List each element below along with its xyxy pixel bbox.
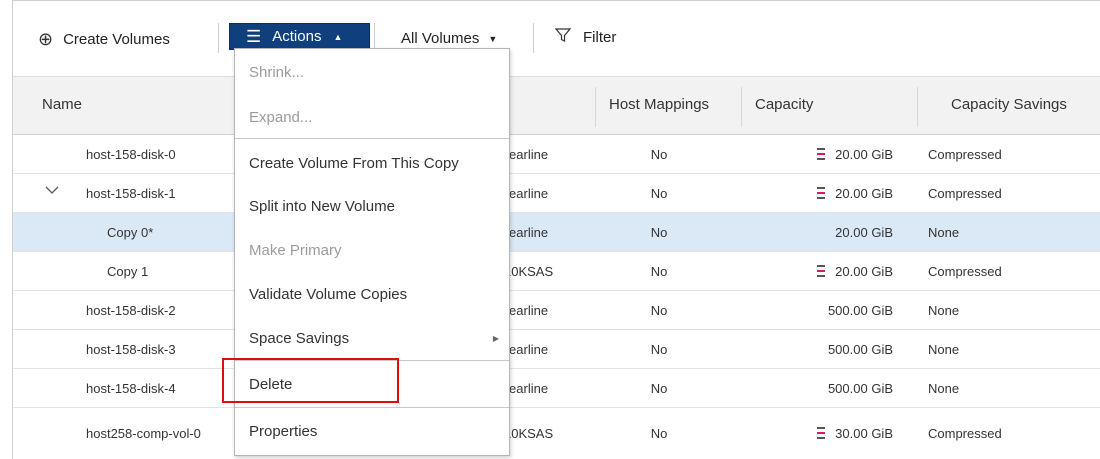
host-mappings-cell: No — [650, 426, 668, 441]
menu-item-properties[interactable]: Properties — [235, 412, 509, 451]
volume-name: host258-comp-vol-0 — [86, 426, 201, 441]
submenu-arrow-icon: ▶ — [492, 334, 499, 343]
menu-item-expand: Expand... — [235, 98, 509, 137]
copy-name: Copy 0* — [107, 225, 154, 240]
header-capacity[interactable]: Capacity — [755, 96, 813, 113]
capacity-cell: 20.00 GiB — [835, 225, 893, 240]
compressed-icon — [817, 265, 826, 278]
header-name[interactable]: Name — [42, 96, 82, 113]
plus-circle-icon: ⊕ — [38, 29, 54, 49]
hamburger-icon: ☰ — [246, 26, 262, 46]
menu-divider — [235, 138, 509, 139]
capacity-cell: 500.00 GiB — [828, 342, 893, 357]
capacity-value: 500.00 GiB — [827, 303, 893, 318]
capacity-savings-cell: Compressed — [928, 264, 1002, 279]
actions-label: Actions — [272, 28, 322, 45]
header-capacity-savings[interactable]: Capacity Savings — [951, 96, 1067, 113]
table-row[interactable]: Copy 1 P-10KSAS No 20.00 GiB Compressed — [13, 252, 1100, 291]
table-row[interactable]: host-158-disk-1 )-Nearline No 20.00 GiB … — [13, 174, 1100, 213]
compressed-icon — [817, 427, 826, 440]
toolbar-divider — [533, 23, 534, 53]
volume-name: host-158-disk-3 — [86, 342, 176, 357]
header-divider — [595, 87, 596, 127]
menu-divider — [235, 407, 509, 408]
capacity-value: 500.00 GiB — [827, 381, 893, 396]
table-row[interactable]: host-158-disk-4 )-Nearline No 500.00 GiB… — [13, 369, 1100, 408]
host-mappings-cell: No — [650, 303, 668, 318]
host-mappings-cell: No — [650, 186, 668, 201]
header-divider — [917, 87, 918, 127]
menu-item-label: Create Volume From This Copy — [249, 155, 459, 172]
capacity-savings-cell: Compressed — [928, 426, 1002, 441]
host-mappings-cell: No — [650, 225, 668, 240]
table-header: Name ol Host Mappings Capacity Capacity … — [13, 76, 1100, 135]
compressed-icon — [817, 187, 826, 200]
menu-item-label: Space Savings — [249, 330, 350, 347]
table-row[interactable]: host-158-disk-2 )-Nearline No 500.00 GiB… — [13, 291, 1100, 330]
menu-item-label: Expand... — [249, 109, 313, 126]
menu-item-shrink: Shrink... — [235, 51, 509, 93]
capacity-cell: 20.00 GiB — [817, 147, 893, 162]
table-row[interactable]: host-158-disk-3 )-Nearline No 500.00 GiB… — [13, 330, 1100, 369]
capacity-savings-cell: None — [928, 225, 960, 240]
capacity-cell: 20.00 GiB — [817, 264, 893, 279]
caret-down-icon: ▼ — [488, 33, 498, 44]
delete-highlight-box — [222, 358, 399, 403]
menu-item-label: Make Primary — [249, 242, 342, 259]
capacity-cell: 500.00 GiB — [828, 303, 893, 318]
capacity-cell: 500.00 GiB — [828, 381, 893, 396]
capacity-savings-cell: None — [928, 303, 960, 318]
menu-item-label: Split into New Volume — [249, 198, 395, 215]
capacity-value: 20.00 GiB — [835, 225, 893, 240]
create-volumes-button[interactable]: ⊕ Create Volumes — [38, 29, 170, 50]
host-mappings-cell: No — [650, 264, 668, 279]
menu-item-validate-volume-copies[interactable]: Validate Volume Copies — [235, 275, 509, 314]
menu-item-label: Properties — [249, 423, 318, 440]
host-mappings-cell: No — [650, 147, 668, 162]
all-volumes-dropdown[interactable]: All Volumes ▼ — [401, 30, 497, 47]
toolbar: ⊕ Create Volumes ☰ Actions ▲ All Volumes… — [13, 1, 1100, 76]
menu-item-split-into-new-volume[interactable]: Split into New Volume — [235, 187, 509, 226]
volume-name: host-158-disk-0 — [86, 147, 176, 162]
chevron-down-icon[interactable] — [45, 183, 59, 201]
header-host-mappings[interactable]: Host Mappings — [609, 96, 709, 113]
capacity-savings-cell: Compressed — [928, 186, 1002, 201]
menu-item-label: Validate Volume Copies — [249, 286, 408, 303]
volumes-panel: ⊕ Create Volumes ☰ Actions ▲ All Volumes… — [12, 0, 1100, 459]
host-mappings-cell: No — [650, 342, 668, 357]
menu-item-create-volume-from-copy[interactable]: Create Volume From This Copy — [235, 144, 509, 183]
menu-item-make-primary: Make Primary — [235, 231, 509, 270]
volume-name: host-158-disk-4 — [86, 381, 176, 396]
table-row[interactable]: host258-comp-vol-0 P-10KSAS No 30.00 GiB… — [13, 408, 1100, 459]
capacity-value: 500.00 GiB — [827, 342, 893, 357]
capacity-savings-cell: None — [928, 342, 960, 357]
menu-item-label: Shrink... — [249, 63, 305, 81]
capacity-savings-cell: None — [928, 381, 960, 396]
volume-name: host-158-disk-1 — [86, 186, 176, 201]
filter-label: Filter — [583, 29, 617, 46]
caret-up-icon: ▲ — [333, 31, 343, 42]
filter-button[interactable]: Filter — [554, 27, 617, 48]
create-volumes-label: Create Volumes — [63, 31, 170, 48]
table-row[interactable]: host-158-disk-0 )-Nearline No 20.00 GiB … — [13, 135, 1100, 174]
all-volumes-label: All Volumes — [401, 30, 480, 47]
capacity-value: 20.00 GiB — [835, 264, 893, 279]
capacity-cell: 30.00 GiB — [817, 426, 893, 441]
capacity-savings-cell: Compressed — [928, 147, 1002, 162]
capacity-value: 30.00 GiB — [835, 426, 893, 441]
actions-button[interactable]: ☰ Actions ▲ — [229, 23, 370, 50]
capacity-cell: 20.00 GiB — [817, 186, 893, 201]
capacity-value: 20.00 GiB — [835, 186, 893, 201]
volume-name: host-158-disk-2 — [86, 303, 176, 318]
table-row[interactable]: Copy 0* )-Nearline No 20.00 GiB None — [13, 213, 1100, 252]
funnel-icon — [554, 27, 572, 48]
toolbar-divider — [218, 23, 219, 53]
copy-name: Copy 1 — [107, 264, 149, 279]
compressed-icon — [817, 148, 826, 161]
menu-item-space-savings[interactable]: Space Savings ▶ — [235, 319, 509, 358]
host-mappings-cell: No — [650, 381, 668, 396]
capacity-value: 20.00 GiB — [835, 147, 893, 162]
header-divider — [741, 87, 742, 127]
